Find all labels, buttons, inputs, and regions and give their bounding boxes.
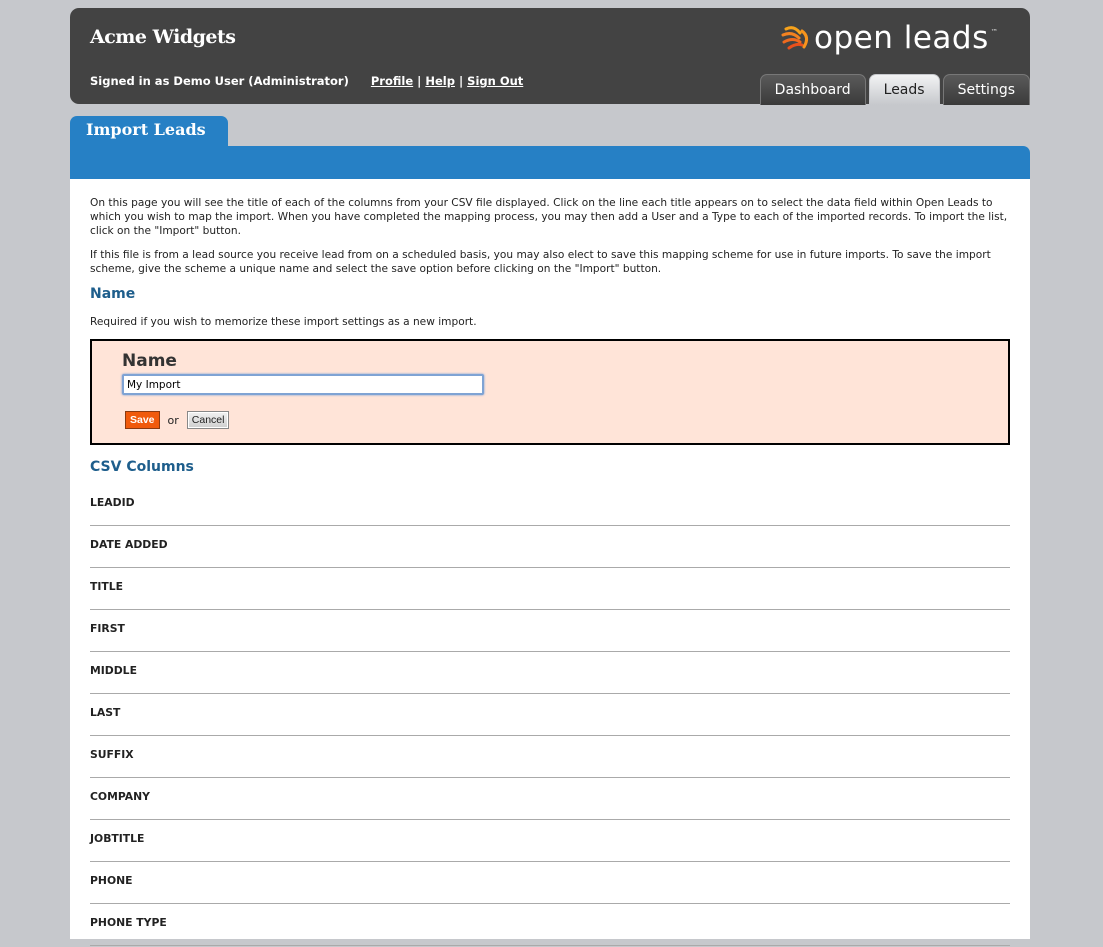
csv-column-label: PHONE TYPE (90, 916, 167, 929)
csv-column-label: LAST (90, 706, 121, 719)
csv-column-row[interactable]: SUFFIX (90, 737, 1010, 778)
csv-column-row[interactable]: COMPANY (90, 779, 1010, 820)
open-leads-logo: open leads ™ (780, 20, 998, 56)
tab-settings[interactable]: Settings (942, 74, 1030, 105)
trademark: ™ (990, 28, 998, 36)
page-tab: Import Leads (70, 116, 228, 148)
separator: | (417, 74, 422, 88)
csv-column-label: DATE ADDED (90, 538, 168, 551)
name-input[interactable] (122, 374, 484, 395)
intro-paragraph-2: If this file is from a lead source you r… (90, 249, 991, 275)
swirl-logo-icon (781, 26, 809, 50)
name-form: Name Save or Cancel (90, 339, 1010, 445)
brand-name: Acme Widgets (90, 26, 236, 48)
csv-column-label: TITLE (90, 580, 124, 593)
form-actions: Save or Cancel (125, 411, 230, 429)
csv-column-label: COMPANY (90, 790, 150, 803)
csv-column-row[interactable]: FIRST (90, 611, 1010, 652)
main-nav: Dashboard Leads Settings (759, 74, 1030, 105)
signed-in-text: Signed in as Demo User (Administrator) (90, 74, 349, 88)
sign-out-link[interactable]: Sign Out (467, 74, 523, 88)
help-link[interactable]: Help (425, 74, 455, 88)
logo-text: open leads (814, 20, 989, 56)
csv-column-label: FIRST (90, 622, 125, 635)
csv-column-row[interactable]: TITLE (90, 569, 1010, 610)
intro-paragraph-1: On this page you will see the title of e… (90, 197, 1008, 237)
main-content: On this page you will see the title of e… (70, 179, 1030, 946)
name-heading: Name (90, 286, 136, 302)
cancel-button[interactable]: Cancel (186, 411, 230, 429)
csv-column-row[interactable]: DATE ADDED (90, 527, 1010, 568)
tab-leads[interactable]: Leads (868, 74, 940, 105)
separator: | (458, 74, 464, 88)
profile-link[interactable]: Profile (371, 74, 413, 88)
csv-column-row[interactable]: MIDDLE (90, 653, 1010, 694)
csv-column-row[interactable]: PHONE (90, 863, 1010, 904)
csv-column-row[interactable]: JOBTITLE (90, 821, 1010, 862)
csv-column-row[interactable]: LAST (90, 695, 1010, 736)
csv-column-row[interactable]: PHONE TYPE (90, 905, 1010, 946)
page-title-bar (70, 146, 1030, 179)
csv-column-label: PHONE (90, 874, 133, 887)
csv-columns-heading: CSV Columns (90, 459, 194, 475)
csv-column-label: SUFFIX (90, 748, 134, 761)
csv-column-row[interactable]: LEADID (90, 485, 1010, 526)
name-label: Name (122, 351, 177, 371)
app-header: Acme Widgets Signed in as Demo User (Adm… (70, 8, 1030, 105)
csv-column-label: JOBTITLE (90, 832, 145, 845)
csv-columns-list: LEADID DATE ADDED TITLE FIRST MIDDLE LAS… (90, 485, 1010, 946)
user-bar: Signed in as Demo User (Administrator) P… (90, 74, 523, 88)
save-button[interactable]: Save (125, 411, 160, 429)
page-title: Import Leads (86, 120, 206, 139)
csv-column-label: LEADID (90, 496, 135, 509)
csv-column-label: MIDDLE (90, 664, 137, 677)
name-help-text: Required if you wish to memorize these i… (90, 316, 477, 328)
or-text: or (167, 413, 179, 427)
tab-dashboard[interactable]: Dashboard (759, 74, 866, 105)
